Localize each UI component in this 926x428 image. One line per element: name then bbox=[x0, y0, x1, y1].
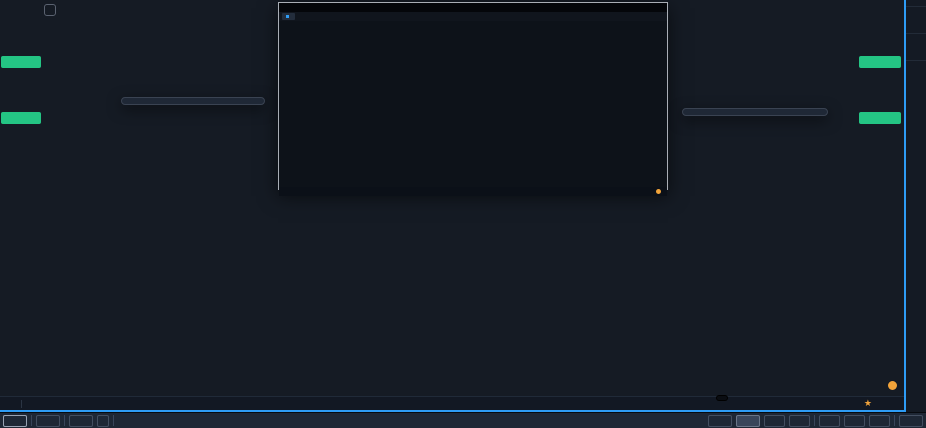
marketplace-button[interactable] bbox=[869, 415, 890, 427]
legend-volume-row bbox=[44, 29, 88, 42]
tab-dot-icon bbox=[286, 15, 289, 18]
fullscreen-button[interactable] bbox=[789, 415, 810, 427]
price-label-alert-left bbox=[1, 56, 41, 68]
portfolio-icon bbox=[911, 40, 921, 50]
target-button[interactable] bbox=[844, 415, 865, 427]
hide-series-icon[interactable] bbox=[44, 18, 54, 28]
preview-caption bbox=[279, 3, 667, 12]
globe-icon bbox=[825, 416, 834, 425]
sidebar-tab-brokers[interactable] bbox=[906, 7, 926, 34]
bottom-app-toolbar bbox=[0, 412, 926, 428]
bank-icon bbox=[875, 416, 884, 425]
square-icon bbox=[770, 416, 779, 425]
price-label-last-left bbox=[1, 112, 41, 124]
crosshair-icon bbox=[850, 416, 859, 425]
pointer-icon bbox=[75, 416, 84, 425]
layout-menu bbox=[682, 108, 828, 116]
save-tooltip bbox=[717, 396, 727, 400]
code-button[interactable] bbox=[97, 415, 109, 427]
wrench-icon bbox=[911, 13, 921, 23]
divider bbox=[894, 415, 895, 426]
rocket-icon bbox=[42, 416, 51, 425]
divider bbox=[31, 415, 32, 426]
preview-notification-dot bbox=[656, 189, 661, 194]
preview-tab[interactable] bbox=[282, 13, 295, 20]
legend-candlestick-row bbox=[44, 16, 88, 29]
trading-journal-button[interactable] bbox=[3, 415, 27, 427]
series-settings-icon[interactable] bbox=[58, 18, 68, 28]
flag-icon bbox=[905, 416, 914, 425]
trading-widget-button[interactable] bbox=[36, 415, 60, 427]
volume-settings-icon[interactable] bbox=[58, 31, 68, 41]
grid-icon[interactable] bbox=[847, 399, 856, 408]
share-preview-window bbox=[278, 2, 668, 190]
divider bbox=[814, 415, 815, 426]
divider bbox=[21, 400, 22, 408]
one-click-trading-button[interactable] bbox=[69, 415, 93, 427]
right-sidebar bbox=[906, 0, 926, 412]
timeframe-bar: ★ bbox=[0, 396, 904, 410]
expand-icon bbox=[795, 416, 804, 425]
chart-context-menu bbox=[121, 97, 265, 105]
price-label-last-right bbox=[859, 112, 901, 124]
sidebar-tab-portfolio[interactable] bbox=[906, 34, 926, 61]
sidebar-tab-watchlist[interactable] bbox=[906, 0, 926, 7]
preview-bottom-bar bbox=[279, 187, 667, 196]
notification-dot bbox=[888, 381, 897, 390]
cloud-icon bbox=[742, 416, 751, 425]
preview-tab-bar bbox=[279, 12, 667, 21]
chart-preview-image bbox=[279, 21, 667, 182]
magnifier-icon[interactable] bbox=[44, 4, 56, 16]
favorite-star-icon[interactable]: ★ bbox=[864, 398, 872, 409]
timeframe-right-group: ★ bbox=[847, 398, 888, 409]
hide-volume-icon[interactable] bbox=[44, 31, 54, 41]
ohlc-values bbox=[76, 14, 88, 32]
indicator-icon bbox=[72, 31, 82, 41]
publish-button[interactable] bbox=[899, 415, 923, 427]
divider bbox=[113, 415, 114, 426]
screenshot-button[interactable] bbox=[764, 415, 785, 427]
chart-legend bbox=[44, 3, 88, 42]
globe-button[interactable] bbox=[819, 415, 840, 427]
save-button[interactable] bbox=[736, 415, 760, 427]
journal-icon bbox=[9, 416, 18, 425]
single-chart-layout-button[interactable] bbox=[708, 415, 732, 427]
divider bbox=[64, 415, 65, 426]
trading-app: ★ bbox=[0, 0, 926, 428]
layout-icon bbox=[714, 416, 723, 425]
price-label-alert-right bbox=[859, 56, 901, 68]
